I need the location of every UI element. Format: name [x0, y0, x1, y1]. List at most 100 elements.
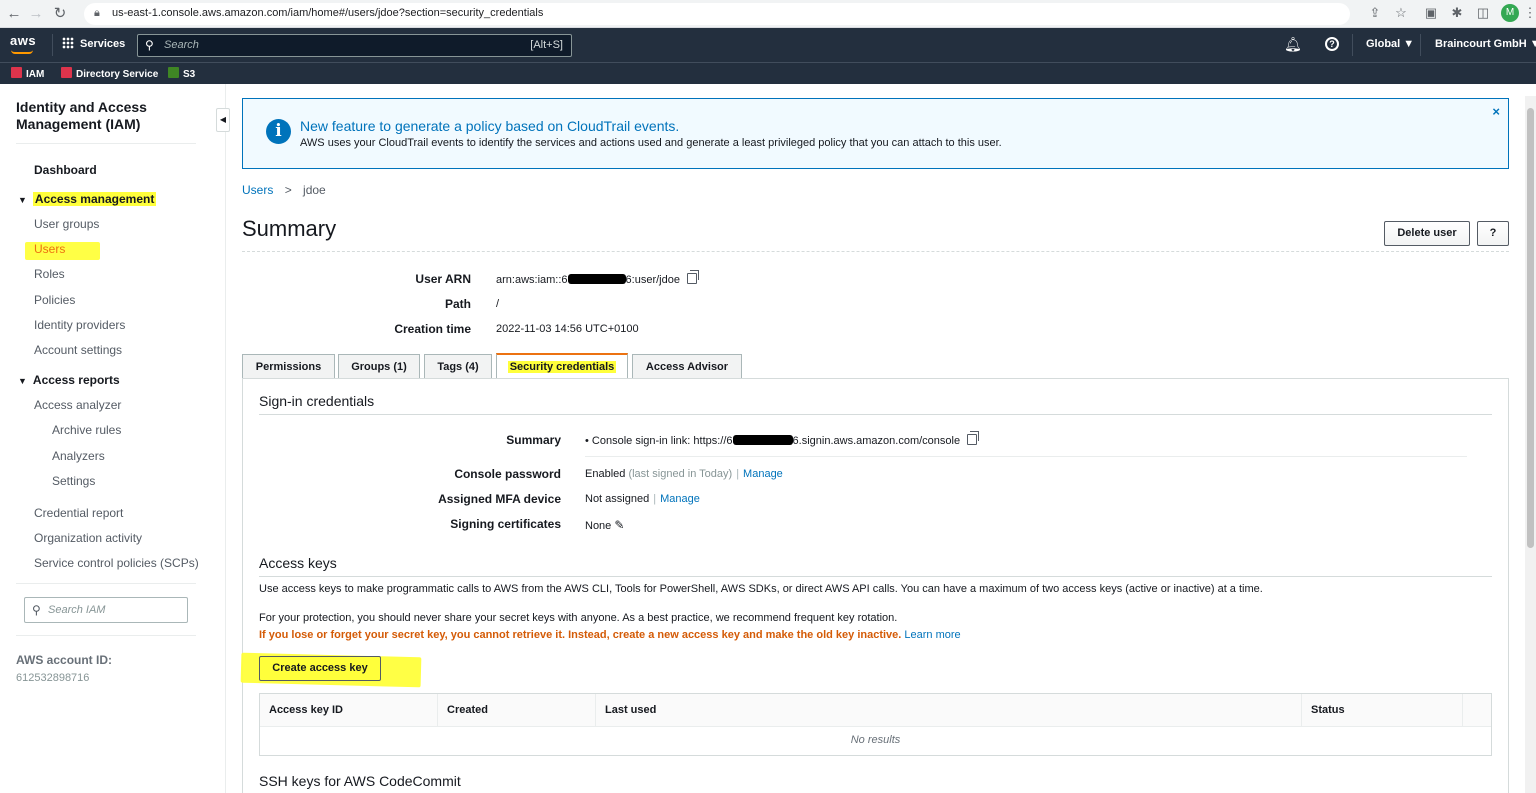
tab-security-credentials[interactable]: Security credentials: [496, 353, 628, 379]
scrollbar-thumb[interactable]: [1527, 108, 1534, 548]
row-divider: [585, 456, 1467, 457]
arn-suffix: 6:user/jdoe: [625, 274, 680, 286]
sidepanel-icon[interactable]: ◫: [1475, 5, 1491, 21]
column-status[interactable]: Status: [1302, 694, 1463, 727]
account-id-label: AWS account ID:: [16, 653, 113, 667]
banner-text: AWS uses your CloudTrail events to ident…: [300, 137, 1002, 149]
account-id-value: 612532898716: [16, 672, 90, 684]
favorite-label: Directory Service: [76, 69, 159, 80]
tab-label: Security credentials: [507, 361, 617, 373]
aws-logo[interactable]: aws: [10, 33, 36, 48]
sidebar-item-user-groups[interactable]: User groups: [34, 217, 99, 231]
favorite-directory-service[interactable]: Directory Service: [61, 67, 158, 80]
services-button[interactable]: Services: [62, 37, 125, 50]
page-scrollbar[interactable]: [1525, 96, 1536, 793]
puzzle-icon[interactable]: ✱: [1449, 5, 1465, 21]
nav-divider: [1352, 34, 1353, 56]
delete-user-button[interactable]: Delete user: [1384, 221, 1470, 246]
sidebar-item-roles[interactable]: Roles: [34, 267, 65, 281]
column-created[interactable]: Created: [438, 694, 596, 727]
sidebar-section-access-reports[interactable]: ▼ Access reports: [18, 373, 120, 387]
forward-icon[interactable]: →: [27, 5, 45, 23]
section-label: Access management: [32, 192, 157, 206]
copy-icon[interactable]: [967, 431, 980, 445]
tab-tags[interactable]: Tags (4): [424, 354, 492, 379]
manage-password-link[interactable]: Manage: [743, 468, 783, 480]
bell-icon[interactable]: 🔔︎: [1284, 36, 1302, 53]
account-menu[interactable]: Braincourt GmbH ▼: [1435, 38, 1536, 50]
user-arn-label: User ARN: [415, 272, 471, 286]
menu-icon[interactable]: ⋮: [1522, 5, 1536, 21]
reload-icon[interactable]: ↻: [51, 5, 69, 23]
arn-prefix: arn:aws:iam::6: [496, 274, 568, 286]
tab-groups[interactable]: Groups (1): [338, 354, 420, 379]
sidebar-item-users[interactable]: Users: [34, 242, 65, 256]
sidebar-item-analyzers[interactable]: Analyzers: [52, 449, 105, 463]
help-icon[interactable]: ?: [1325, 37, 1339, 51]
manage-mfa-link[interactable]: Manage: [660, 493, 700, 505]
banner-title[interactable]: New feature to generate a policy based o…: [300, 118, 679, 134]
url-text: us-east-1.console.aws.amazon.com/iam/hom…: [112, 7, 544, 19]
sidebar-divider: [16, 583, 196, 584]
sidebar-divider: [16, 635, 196, 636]
signin-link-prefix: • Console sign-in link: https://6: [585, 435, 733, 447]
sidebar-item-organization-activity[interactable]: Organization activity: [34, 531, 142, 545]
column-last-used[interactable]: Last used: [596, 694, 1302, 727]
create-access-key-button[interactable]: Create access key: [259, 656, 381, 681]
region-selector[interactable]: Global ▼: [1366, 38, 1414, 50]
tab-permissions[interactable]: Permissions: [242, 354, 335, 379]
grid-icon: [62, 37, 74, 49]
extension-icon[interactable]: ▣: [1423, 5, 1439, 21]
console-password-value: Enabled (last signed in Today) | Manage: [585, 468, 783, 480]
search-placeholder: Search IAM: [48, 604, 106, 616]
favorite-s3[interactable]: S3: [168, 67, 195, 80]
sidebar-divider: [16, 143, 196, 144]
path-label: Path: [444, 297, 471, 311]
search-icon: ⚲: [145, 38, 154, 52]
collapse-sidebar-icon[interactable]: ◀: [216, 108, 230, 132]
signin-link-suffix: 6.signin.aws.amazon.com/console: [792, 435, 961, 447]
sidebar-item-archive-rules[interactable]: Archive rules: [52, 423, 121, 437]
search-iam-input[interactable]: ⚲ Search IAM: [24, 597, 188, 623]
iam-icon: [11, 67, 22, 78]
ssh-keys-heading: SSH keys for AWS CodeCommit: [259, 773, 461, 789]
browser-toolbar: ← → ↻ 🔒︎ us-east-1.console.aws.amazon.co…: [0, 0, 1536, 28]
share-icon[interactable]: ⇪: [1367, 5, 1383, 21]
sidebar-item-policies[interactable]: Policies: [34, 293, 75, 307]
star-icon[interactable]: ☆: [1393, 5, 1409, 21]
creation-time-label: Creation time: [394, 322, 471, 336]
sidebar-item-credential-report[interactable]: Credential report: [34, 506, 123, 520]
address-bar[interactable]: 🔒︎ us-east-1.console.aws.amazon.com/iam/…: [84, 3, 1350, 25]
learn-more-link[interactable]: Learn more: [904, 629, 960, 641]
breadcrumb-users[interactable]: Users: [242, 183, 273, 197]
caret-down-icon: ▼: [18, 376, 27, 386]
aws-search-input[interactable]: ⚲ Search [Alt+S]: [137, 34, 572, 57]
sidebar-item-scps[interactable]: Service control policies (SCPs): [34, 556, 199, 570]
back-icon[interactable]: ←: [5, 5, 23, 23]
sidebar-item-account-settings[interactable]: Account settings: [34, 343, 122, 357]
copy-icon[interactable]: [686, 270, 699, 284]
path-value: /: [496, 298, 500, 310]
sidebar-item-access-analyzer[interactable]: Access analyzer: [34, 398, 121, 412]
separator: |: [653, 493, 657, 505]
close-icon[interactable]: ×: [1492, 104, 1500, 119]
nav-divider: [1420, 34, 1421, 56]
profile-avatar[interactable]: M: [1501, 4, 1519, 22]
caret-down-icon: ▼: [18, 195, 27, 205]
sidebar-item-identity-providers[interactable]: Identity providers: [34, 318, 125, 332]
column-access-key-id[interactable]: Access key ID: [260, 694, 438, 727]
warning-text: If you lose or forget your secret key, y…: [259, 629, 902, 641]
sidebar-title[interactable]: Identity and Access Management (IAM): [16, 99, 196, 133]
sidebar-item-dashboard[interactable]: Dashboard: [34, 163, 97, 177]
table-empty-state: No results: [850, 734, 901, 746]
iam-sidebar: Identity and Access Management (IAM) Das…: [0, 84, 226, 793]
pencil-icon[interactable]: ✎: [614, 518, 624, 532]
info-icon: i: [266, 119, 291, 144]
help-button[interactable]: ?: [1477, 221, 1509, 246]
tab-access-advisor[interactable]: Access Advisor: [632, 354, 742, 379]
sidebar-section-access-management[interactable]: ▼ Access management: [18, 192, 157, 206]
access-keys-table: Access key ID Created Last used Status N…: [259, 693, 1492, 756]
sidebar-item-settings[interactable]: Settings: [52, 474, 95, 488]
favorite-iam[interactable]: IAM: [11, 67, 44, 80]
nav-divider: [52, 34, 53, 56]
